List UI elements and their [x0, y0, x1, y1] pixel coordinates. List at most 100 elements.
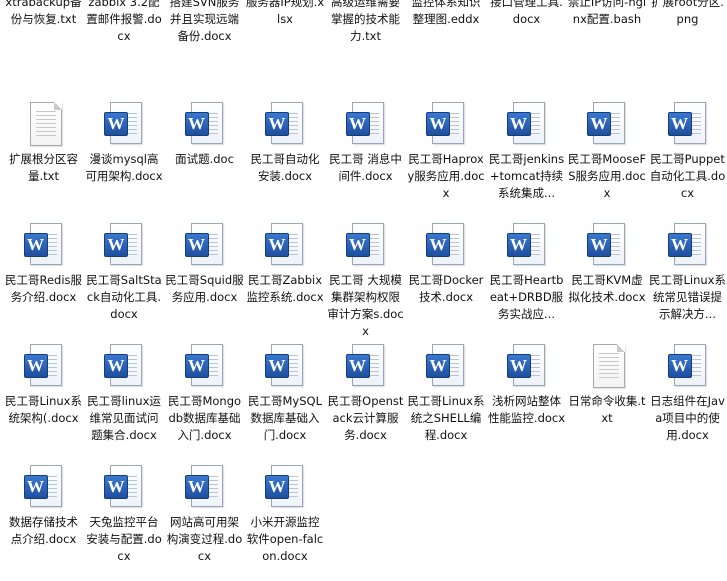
file-item[interactable]: 监控体系知识整理图.eddx [407, 0, 486, 110]
file-name-label: 监控体系知识整理图.eddx [411, 0, 481, 26]
file-item[interactable]: W 民工哥 消息中间件.docx [326, 100, 405, 216]
file-name-label: 民工哥Haproxy服务应用.docx [407, 152, 485, 200]
file-item[interactable]: W 民工哥Haproxy服务应用.docx [407, 100, 486, 216]
file-name-label: 浅析网站整体性能监控.docx [487, 394, 566, 425]
file-item[interactable]: W 浅析网站整体性能监控.docx [487, 342, 566, 458]
word-document-icon: W [585, 100, 629, 148]
word-document-icon: W [505, 221, 549, 269]
word-document-icon: W [666, 221, 710, 269]
file-name-label: 天兔监控平台安装与配置.docx [86, 515, 162, 563]
file-item[interactable]: 服务器IP规划.xlsx [246, 0, 325, 110]
file-item[interactable]: W 面试题.doc [165, 100, 244, 216]
file-item[interactable]: W 民工哥MySQL数据库基础入门.docx [246, 342, 325, 458]
file-name-label: zabbix 3.2配置邮件报警.docx [86, 0, 162, 43]
file-name-label: 搭建SVN服务并且实现远端备份.docx [169, 0, 240, 43]
file-name-label: 民工哥Puppet自动化工具.docx [649, 152, 726, 200]
word-document-icon: W [344, 221, 388, 269]
file-name-label: 网站高可用架构演变过程.docx [166, 515, 243, 563]
file-item[interactable]: xtrabackup备份与恢复.txt [4, 0, 83, 110]
file-item[interactable]: W 民工哥自动化安装.docx [246, 100, 325, 216]
file-item[interactable]: W 民工哥Linux系统架构(.docx [4, 342, 83, 458]
file-item[interactable]: W 民工哥Openstack云计算服务.docx [326, 342, 405, 458]
file-item[interactable]: W 民工哥Redis服务介绍.docx [4, 221, 83, 337]
file-item[interactable]: W 民工哥Squid服务应用.docx [165, 221, 244, 337]
file-name-label: 民工哥MySQL数据库基础入门.docx [248, 394, 322, 442]
word-document-icon: W [585, 221, 629, 269]
file-item[interactable]: 高级运维需要掌握的技术能力.txt [326, 0, 405, 110]
text-file-icon [22, 100, 66, 148]
word-document-icon: W [102, 342, 146, 390]
file-name-label: 民工哥自动化安装.docx [250, 152, 320, 183]
file-name-label: 民工哥KVM虚拟化技术.docx [568, 273, 646, 304]
file-name-label: 民工哥Mongodb数据库基础入门.docx [167, 394, 242, 442]
word-document-icon: W [344, 100, 388, 148]
file-name-label: 民工哥Heartbeat+DRBD服务实战应... [489, 273, 564, 321]
file-item[interactable]: W 民工哥Heartbeat+DRBD服务实战应... [487, 221, 566, 337]
file-grid: xtrabackup备份与恢复.txtWzabbix 3.2配置邮件报警.doc… [0, 0, 727, 581]
text-file-icon [585, 342, 629, 390]
file-item[interactable]: 日常命令收集.txt [568, 342, 647, 458]
file-name-label: 面试题.doc [175, 152, 234, 166]
file-name-label: 扩展root分区.png [651, 0, 724, 26]
word-document-icon: W [505, 342, 549, 390]
file-item[interactable]: W接口管理工具.docx [487, 0, 566, 110]
file-name-label: 服务器IP规划.xlsx [245, 0, 325, 26]
file-name-label: 漫谈mysql高可用架构.docx [85, 152, 163, 183]
word-document-icon: W [22, 463, 66, 511]
file-item[interactable]: W 民工哥Linux系统之SHELL编程.docx [407, 342, 486, 458]
file-name-label: 民工哥Linux系统之SHELL编程.docx [407, 394, 485, 442]
word-document-icon: W [183, 463, 227, 511]
word-document-icon: W [505, 100, 549, 148]
file-item[interactable]: W 民工哥jenkins+tomcat持续系统集成... [487, 100, 566, 216]
file-item[interactable]: W 民工哥MooseFS服务应用.docx [568, 100, 647, 216]
file-item[interactable]: W 民工哥linux运维常见面试问题集合.docx [85, 342, 164, 458]
file-name-label: 民工哥Zabbix监控系统.docx [246, 273, 324, 304]
file-item[interactable]: Wzabbix 3.2配置邮件报警.docx [85, 0, 164, 110]
file-item[interactable]: W 日志组件在Java项目中的使用.docx [648, 342, 727, 458]
file-item[interactable]: W 民工哥KVM虚拟化技术.docx [568, 221, 647, 337]
word-document-icon: W [22, 342, 66, 390]
word-document-icon: W [344, 342, 388, 390]
word-document-icon: W [424, 221, 468, 269]
file-name-label: 民工哥Openstack云计算服务.docx [327, 394, 404, 442]
file-item[interactable]: W 民工哥Linux系统常见错误提示解决方... [648, 221, 727, 337]
file-item[interactable]: 扩展根分区容量.txt [4, 100, 83, 216]
word-document-icon: W [666, 342, 710, 390]
file-item[interactable]: W 小米开源监控软件open-falcon.docx [246, 463, 325, 579]
word-document-icon: W [183, 100, 227, 148]
file-name-label: 数据存储技术点介绍.docx [9, 515, 78, 546]
file-item[interactable]: W 网站高可用架构演变过程.docx [165, 463, 244, 579]
file-item[interactable]: 扩展root分区.png [648, 0, 727, 110]
file-name-label: 民工哥linux运维常见面试问题集合.docx [87, 394, 161, 442]
file-item[interactable]: W 民工哥Puppet自动化工具.docx [648, 100, 727, 216]
file-item[interactable]: W 民工哥Mongodb数据库基础入门.docx [165, 342, 244, 458]
file-name-label: 小米开源监控软件open-falcon.docx [246, 515, 324, 563]
file-name-label: 民工哥Squid服务应用.docx [165, 273, 244, 304]
file-name-label: 民工哥Docker技术.docx [408, 273, 484, 304]
file-name-label: 日志组件在Java项目中的使用.docx [650, 394, 725, 442]
word-document-icon: W [263, 221, 307, 269]
file-name-label: 民工哥Linux系统架构(.docx [5, 394, 82, 425]
file-name-label: 民工哥Linux系统常见错误提示解决方... [649, 273, 726, 321]
file-name-label: xtrabackup备份与恢复.txt [5, 0, 82, 26]
file-name-label: 民工哥jenkins+tomcat持续系统集成... [488, 152, 565, 200]
file-name-label: 扩展根分区容量.txt [9, 152, 78, 183]
file-item[interactable]: W 民工哥Zabbix监控系统.docx [246, 221, 325, 337]
word-document-icon: W [424, 100, 468, 148]
word-document-icon: W [102, 100, 146, 148]
file-item[interactable]: W 民工哥 大规模集群架构权限审计方案s.docx [326, 221, 405, 337]
word-document-icon: W [102, 463, 146, 511]
file-item[interactable]: W搭建SVN服务并且实现远端备份.docx [165, 0, 244, 110]
word-document-icon: W [424, 342, 468, 390]
file-name-label: 日常命令收集.txt [568, 394, 646, 425]
file-name-label: 民工哥 大规模集群架构权限审计方案s.docx [327, 273, 404, 337]
file-item[interactable]: W 民工哥Docker技术.docx [407, 221, 486, 337]
file-name-label: 高级运维需要掌握的技术能力.txt [331, 0, 400, 43]
word-document-icon: W [263, 342, 307, 390]
file-item[interactable]: W 民工哥SaltStack自动化工具.docx [85, 221, 164, 337]
file-item[interactable]: W 漫谈mysql高可用架构.docx [85, 100, 164, 216]
file-item[interactable]: W 数据存储技术点介绍.docx [4, 463, 83, 579]
word-document-icon: W [102, 221, 146, 269]
file-item[interactable]: W 天兔监控平台安装与配置.docx [85, 463, 164, 579]
file-item[interactable]: 禁止IP访问-nginx配置.bash [568, 0, 647, 110]
